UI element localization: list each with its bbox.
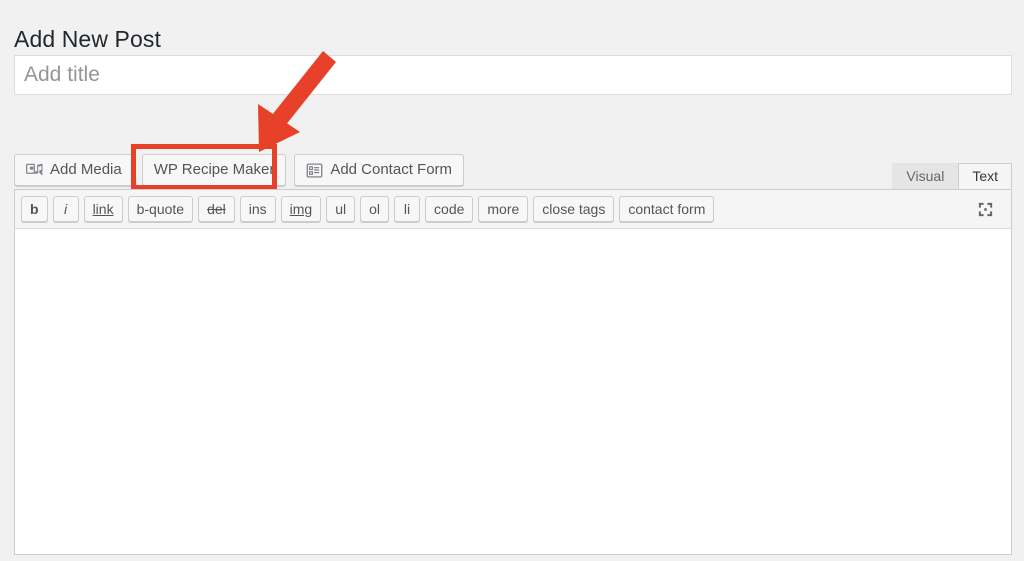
quicktag-more[interactable]: more [478,196,529,222]
quicktag-del[interactable]: del [198,196,235,222]
post-editor: Add Media WP Recipe Maker Add Contact Fo… [14,144,1012,555]
add-contact-form-button[interactable]: Add Contact Form [294,154,465,186]
tab-text[interactable]: Text [958,163,1012,189]
editor-mode-tabs: Visual Text [892,159,1012,189]
add-media-button-label: Add Media [50,161,122,178]
quicktag-img[interactable]: img [280,196,322,222]
post-content-textarea[interactable] [14,229,1012,555]
post-title-input[interactable] [14,55,1012,95]
quicktag-b[interactable]: b [21,196,48,222]
quicktag-li[interactable]: li [394,196,421,222]
distraction-free-writing-icon[interactable] [973,197,997,221]
quicktags-toolbar: b i link b-quote del ins img ul ol li co… [14,189,1012,229]
post-title-field-wrapper [14,55,1012,95]
quicktags-list: b i link b-quote del ins img ul ol li co… [21,196,973,222]
contact-form-icon [306,162,323,179]
add-contact-form-button-label: Add Contact Form [330,161,453,178]
page-title: Add New Post [14,26,161,53]
quicktag-code[interactable]: code [425,196,474,222]
wp-recipe-maker-button[interactable]: WP Recipe Maker [141,154,287,186]
quicktag-ul[interactable]: ul [326,196,356,222]
media-buttons-row: Add Media WP Recipe Maker Add Contact Fo… [14,144,465,190]
quicktag-b-quote[interactable]: b-quote [127,196,194,222]
quicktag-contact-form[interactable]: contact form [619,196,715,222]
wordpress-add-new-post-screen: Add New Post Add Media WP Recipe Mak [0,0,1024,561]
quicktag-i[interactable]: i [52,196,79,222]
quicktag-ol[interactable]: ol [360,196,390,222]
wp-recipe-maker-button-label: WP Recipe Maker [153,161,275,178]
add-media-button[interactable]: Add Media [14,154,134,186]
tab-visual[interactable]: Visual [892,163,959,189]
quicktag-link[interactable]: link [83,196,123,222]
quicktag-close-tags[interactable]: close tags [533,196,615,222]
add-media-icon [26,162,43,179]
quicktag-ins[interactable]: ins [239,196,276,222]
